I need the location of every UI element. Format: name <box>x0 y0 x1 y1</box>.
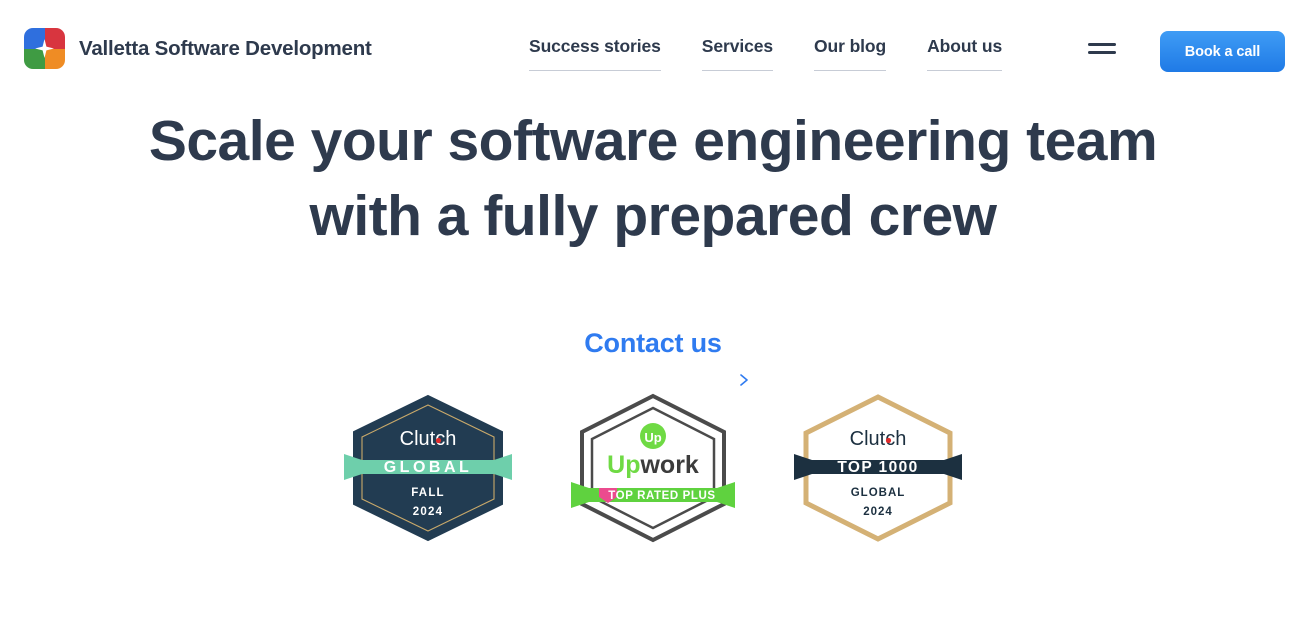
badge-3-accent-dot <box>885 437 892 444</box>
badge-2-ribbon-text: TOP RATED PLUS <box>608 490 715 502</box>
page-title: Scale your software engineering team wit… <box>0 104 1306 254</box>
badge-1-line-1: FALL <box>411 487 445 499</box>
awards-badge-row: Clutch GLOBAL FALL 2024 Up Upwork TOP RA… <box>0 392 1306 544</box>
badge-1-ribbon-text: GLOBAL <box>384 459 473 476</box>
badge-1-line-2: 2024 <box>413 506 443 518</box>
brand-logo-link[interactable]: Valletta Software Development <box>24 28 372 69</box>
logo-quadrant-bottom-left <box>24 48 45 69</box>
logo-quadrant-top-left <box>24 28 45 49</box>
badge-upwork-top-rated-plus[interactable]: Up Upwork TOP RATED PLUS <box>569 392 737 544</box>
hamburger-bar-bottom <box>1088 51 1116 54</box>
badge-clutch-global-fall-2024[interactable]: Clutch GLOBAL FALL 2024 <box>344 392 512 544</box>
badge-2-brand-text: Upwork <box>607 451 699 479</box>
contact-us-link[interactable]: Contact us <box>584 328 722 359</box>
nav-item-success-stories[interactable]: Success stories <box>529 36 661 71</box>
main-navigation: Success stories Services Our blog About … <box>529 36 1002 71</box>
contact-us-block: Contact us <box>0 328 1306 359</box>
page-root: Valletta Software Development Success st… <box>0 0 1306 620</box>
arrow-right-icon <box>569 371 751 389</box>
hero-title-line-1: Scale your software engineering team <box>148 109 1158 173</box>
badge-1-brand-text: Clutch <box>400 428 457 450</box>
hamburger-bar-top <box>1088 43 1116 46</box>
badge-2-mark-text: Up <box>644 430 661 445</box>
nav-item-services[interactable]: Services <box>701 36 774 71</box>
badge-3-line-2: 2024 <box>863 506 893 518</box>
badge-3-line-1: GLOBAL <box>851 487 906 499</box>
badge-clutch-top-1000-global-2024[interactable]: Clutch TOP 1000 GLOBAL 2024 <box>794 392 962 544</box>
badge-3-ribbon-text: TOP 1000 <box>837 459 918 476</box>
brand-name: Valletta Software Development <box>79 36 372 60</box>
site-header: Valletta Software Development Success st… <box>0 0 1306 104</box>
logo-quadrant-bottom-right <box>44 48 65 69</box>
nav-item-about-us[interactable]: About us <box>927 36 1002 71</box>
badge-3-brand-text: Clutch <box>850 428 907 450</box>
book-a-call-button[interactable]: Book a call <box>1160 31 1285 72</box>
valletta-four-square-logo-icon <box>24 28 65 69</box>
hero-title-line-2: with a fully prepared crew <box>309 184 997 248</box>
badge-1-accent-dot <box>435 437 442 444</box>
hamburger-menu-icon[interactable] <box>1088 41 1116 59</box>
nav-item-our-blog[interactable]: Our blog <box>814 36 887 71</box>
logo-quadrant-top-right <box>44 28 65 49</box>
hero-section: Scale your software engineering team wit… <box>0 104 1306 254</box>
